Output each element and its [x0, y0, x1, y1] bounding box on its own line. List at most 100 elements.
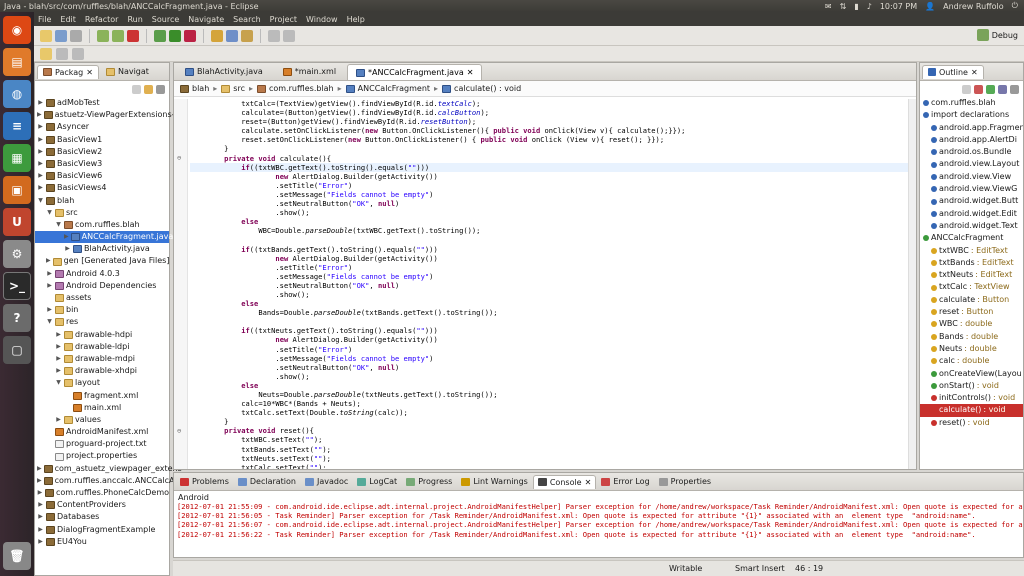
outline-item[interactable]: com.ruffles.blah — [920, 97, 1023, 109]
fold-marker-icon[interactable]: ⊖ — [177, 154, 181, 163]
menu-window[interactable]: Window — [306, 15, 338, 24]
bottom-tab-console[interactable]: Console ✕ — [532, 474, 597, 489]
menu-refactor[interactable]: Refactor — [85, 15, 119, 24]
code-line[interactable]: txtCalc=(TextView)getView().findViewById… — [190, 99, 910, 108]
package-tree-item[interactable]: ▶ drawable-hdpi — [35, 329, 169, 341]
package-tree-item[interactable]: ▶ gen [Generated Java Files] — [35, 255, 169, 267]
menu-edit[interactable]: Edit — [60, 15, 76, 24]
package-tree-item[interactable]: ▶ com.ruffles.anccalc.ANCCalcAct — [35, 475, 182, 487]
code-line[interactable]: txtNeuts.setText(""); — [190, 454, 910, 463]
expand-toggle-icon[interactable]: ▶ — [37, 511, 44, 523]
package-tree-item[interactable]: ▶ BasicView3 — [35, 158, 169, 170]
outline-item[interactable]: calculate : Button — [920, 294, 1023, 306]
menu-help[interactable]: Help — [347, 15, 365, 24]
package-tree-item[interactable]: AndroidManifest.xml — [35, 426, 169, 438]
new-java-project-icon[interactable] — [211, 29, 223, 42]
link-with-editor-icon[interactable] — [144, 84, 153, 94]
bottom-tab-declaration[interactable]: Declaration — [234, 475, 300, 488]
bottom-tab-logcat[interactable]: LogCat — [353, 475, 401, 488]
print-icon[interactable] — [70, 29, 82, 42]
code-line[interactable]: new AlertDialog.Builder(getActivity()) — [190, 254, 910, 263]
code-line[interactable]: WBC=Double.parseDouble(txtWBC.getText().… — [190, 226, 910, 235]
outline-item[interactable]: android.view.Layout — [920, 158, 1023, 170]
code-line[interactable]: private void calculate(){ — [190, 154, 910, 163]
package-tree-item[interactable]: ▶ values — [35, 414, 169, 426]
code-line[interactable]: } — [190, 417, 910, 426]
avd-manager-icon[interactable] — [112, 29, 124, 42]
package-tree-item[interactable]: ▶ ANCCalcFragment.java — [35, 231, 173, 244]
tab-outline[interactable]: Outline ✕ — [922, 64, 984, 79]
code-line[interactable]: reset=(Button)getView().findViewById(R.i… — [190, 117, 910, 126]
package-tree-item[interactable]: project.properties — [35, 450, 169, 462]
hide-fields-icon[interactable] — [974, 84, 983, 94]
package-tree-item[interactable]: ▼ com.ruffles.blah — [35, 219, 169, 231]
outline-item[interactable]: android.widget.Text — [920, 220, 1023, 232]
package-tree-item[interactable]: proguard-project.txt — [35, 438, 169, 450]
package-tree-item[interactable]: ▶ Android Dependencies — [35, 280, 169, 292]
package-tree-item[interactable]: ▶ drawable-ldpi — [35, 341, 169, 353]
editor-tab[interactable]: *ANCCalcFragment.java ✕ — [347, 64, 483, 80]
terminal-icon[interactable]: >_ — [3, 272, 31, 300]
outline-item[interactable]: android.view.ViewG — [920, 183, 1023, 195]
outline-item[interactable]: calc : double — [920, 355, 1023, 367]
perspective-debug[interactable]: Debug — [976, 29, 1018, 41]
expand-toggle-icon[interactable]: ▼ — [46, 316, 53, 328]
expand-toggle-icon[interactable]: ▼ — [55, 219, 62, 231]
code-line[interactable]: txtWBC.setText(""); — [190, 435, 910, 444]
package-tree-item[interactable]: ▶ EU4You — [35, 536, 169, 548]
expand-toggle-icon[interactable]: ▶ — [37, 134, 44, 146]
package-tree-item[interactable]: ▶ com.ruffles.PhoneCalcDemo — [35, 487, 169, 499]
menu-navigate[interactable]: Navigate — [188, 15, 224, 24]
code-line[interactable]: .setMessage("Fields cannot be empty") — [190, 354, 910, 363]
package-tree-item[interactable]: ▶ drawable-xhdpi — [35, 365, 169, 377]
code-line[interactable]: txtCalc.setText(""); — [190, 463, 910, 469]
breadcrumb-item[interactable]: ANCCalcFragment — [345, 84, 430, 93]
android-sdk-icon[interactable] — [97, 29, 109, 42]
package-tree-item[interactable]: ▶ BasicView6 — [35, 170, 169, 182]
expand-toggle-icon[interactable]: ▶ — [64, 231, 69, 243]
expand-toggle-icon[interactable]: ▶ — [46, 255, 51, 267]
package-tree-item[interactable]: ▶ drawable-mdpi — [35, 353, 169, 365]
expand-toggle-icon[interactable]: ▶ — [37, 536, 44, 548]
package-tree-item[interactable]: ▼ layout — [35, 377, 169, 389]
console-output[interactable]: [2012-07-01 21:55:09 - com.android.ide.e… — [174, 502, 1023, 539]
view-menu-icon[interactable] — [156, 84, 165, 94]
expand-toggle-icon[interactable]: ▶ — [37, 499, 44, 511]
menu-file[interactable]: File — [38, 15, 51, 24]
run-icon[interactable] — [169, 29, 181, 42]
outline-item[interactable]: txtCalc : TextView — [920, 281, 1023, 293]
code-line[interactable]: if((txtWBC.getText().toString().equals("… — [190, 162, 910, 172]
package-tree-item[interactable]: ▶ adMobTest — [35, 97, 169, 109]
package-tree-item[interactable]: ▶ Databases — [35, 511, 169, 523]
code-line[interactable]: else — [190, 299, 910, 308]
package-tree-item[interactable]: ▶ ContentProviders — [35, 499, 169, 511]
expand-toggle-icon[interactable]: ▶ — [55, 329, 62, 341]
outline-item[interactable]: txtNeuts : EditText — [920, 269, 1023, 281]
new-icon[interactable] — [40, 29, 52, 42]
close-icon[interactable]: ✕ — [467, 68, 474, 77]
package-tree-item[interactable]: assets — [35, 292, 169, 304]
expand-toggle-icon[interactable]: ▶ — [37, 487, 43, 499]
package-tree-item[interactable]: ▶ com_astuetz_viewpager_extens — [35, 463, 182, 475]
code-line[interactable]: .setNeutralButton("OK", null) — [190, 199, 910, 208]
outline-item[interactable]: reset : Button — [920, 306, 1023, 318]
code-line[interactable]: .setTitle("Error") — [190, 345, 910, 354]
code-line[interactable]: .show(); — [190, 290, 910, 299]
debug-run-icon[interactable] — [154, 29, 166, 42]
code-lines[interactable]: txtCalc=(TextView)getView().findViewById… — [190, 99, 910, 469]
outline-item[interactable]: android.widget.Butt — [920, 195, 1023, 207]
menu-search[interactable]: Search — [233, 15, 260, 24]
outline-item[interactable]: WBC : double — [920, 318, 1023, 330]
software-center-icon[interactable]: U — [3, 208, 31, 236]
link-editor-icon[interactable] — [40, 47, 52, 60]
package-tree-item[interactable]: ▶ BasicView1 — [35, 134, 169, 146]
files-icon[interactable]: ▤ — [3, 48, 31, 76]
breadcrumb-item[interactable]: src — [221, 84, 245, 93]
code-line[interactable]: } — [190, 144, 910, 153]
package-tree-item[interactable]: ▶ DialogFragmentExample — [35, 524, 169, 536]
package-tree-item[interactable]: ▼ src — [35, 207, 169, 219]
outline-item[interactable]: Neuts : double — [920, 343, 1023, 355]
code-line[interactable]: txtBands.setText(""); — [190, 445, 910, 454]
code-line[interactable]: else — [190, 381, 910, 390]
expand-toggle-icon[interactable]: ▶ — [55, 341, 62, 353]
